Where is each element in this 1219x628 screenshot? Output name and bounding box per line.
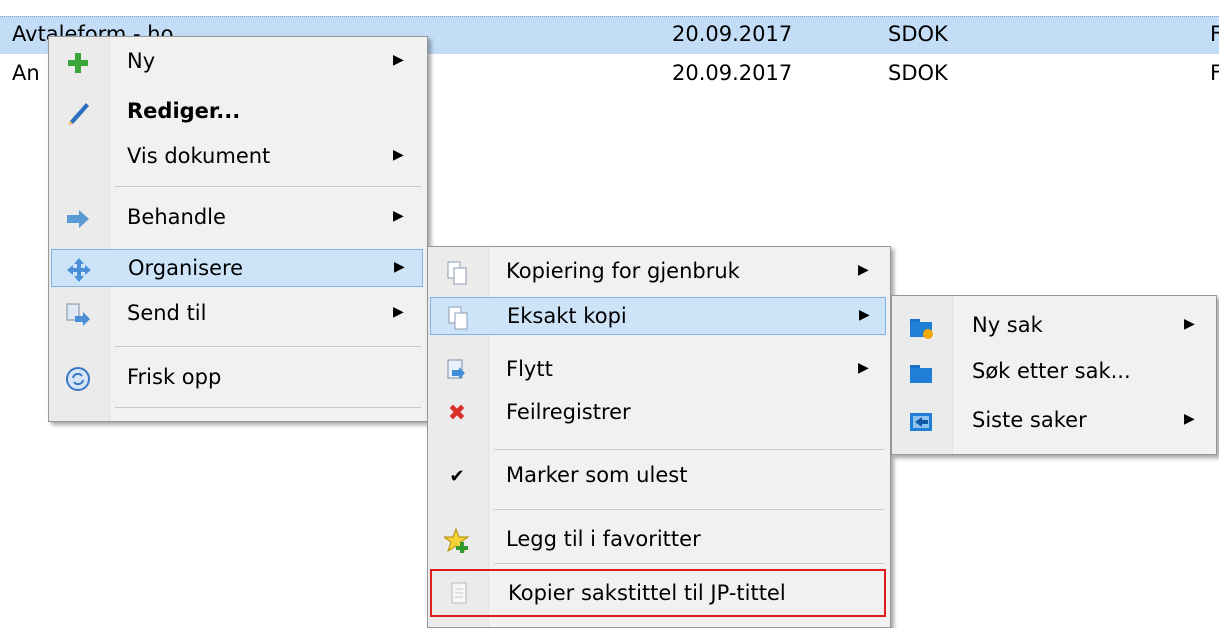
send-to-icon [66, 303, 90, 326]
menu-item-label: Organisere [128, 256, 244, 280]
menu-item-marker-ulest[interactable]: ✔ Marker som ulest [430, 457, 886, 495]
menu-item-behandle[interactable]: Behandle ▶ [51, 199, 423, 237]
menu-item-sok-sak[interactable]: Søk etter sak... [894, 353, 1212, 391]
menu-item-label: Marker som ulest [506, 463, 688, 487]
menu-item-label: Rediger... [127, 99, 241, 123]
menu-item-rediger[interactable]: Rediger... [51, 93, 423, 131]
menu-item-feilregistrer[interactable]: ✖ Feilregistrer [430, 394, 886, 432]
refresh-icon [66, 367, 90, 391]
menu-item-kopiering[interactable]: Kopiering for gjenbruk ▶ [430, 253, 886, 291]
menu-item-label: Vis dokument [127, 144, 271, 168]
menu-separator [115, 407, 421, 408]
row-type: SDOK [888, 22, 948, 46]
menu-item-label: Send til [127, 301, 207, 325]
row-date: 20.09.2017 [672, 22, 793, 46]
menu-separator [494, 563, 884, 564]
submenu-arrow-icon: ▶ [1184, 316, 1195, 332]
delete-cross-icon: ✖ [447, 401, 467, 426]
menu-item-label: Kopier sakstittel til JP-tittel [508, 581, 786, 605]
menu-item-label: Ny sak [972, 313, 1043, 337]
submenu-arrow-icon: ▶ [858, 360, 869, 376]
menu-item-label: Frisk opp [127, 365, 222, 389]
copy-icon [448, 306, 468, 330]
menu-item-label: Siste saker [972, 408, 1087, 432]
menu-item-label: Flytt [506, 357, 553, 381]
row-name: An [12, 61, 40, 85]
document-icon [451, 582, 467, 604]
arrow-right-icon [67, 210, 89, 228]
submenu-arrow-icon: ▶ [393, 147, 404, 163]
menu-item-label: Legg til i favoritter [506, 527, 701, 551]
menu-item-label: Eksakt kopi [507, 304, 627, 328]
menu-item-organisere[interactable]: Organisere ▶ [51, 249, 423, 287]
menu-separator [494, 509, 884, 510]
menu-separator [494, 449, 884, 450]
submenu-arrow-icon: ▶ [1184, 411, 1195, 427]
menu-separator [115, 346, 421, 347]
context-menu: Ny ▶ Rediger... Vis dokument ▶ Behandle … [48, 36, 428, 422]
menu-item-siste-saker[interactable]: Siste saker ▶ [894, 402, 1212, 440]
menu-separator [115, 186, 421, 187]
submenu-arrow-icon: ▶ [859, 307, 870, 323]
move-document-icon [447, 359, 465, 379]
menu-item-label: Søk etter sak... [972, 359, 1131, 383]
menu-item-flytt[interactable]: Flytt ▶ [430, 351, 886, 389]
menu-item-favoritter[interactable]: Legg til i favoritter [430, 521, 886, 559]
row-extra: F [1210, 22, 1219, 46]
menu-item-vis-dokument[interactable]: Vis dokument ▶ [51, 138, 423, 176]
menu-item-kopier-sakstittel[interactable]: Kopier sakstittel til JP-tittel [430, 569, 886, 617]
row-type: SDOK [888, 61, 948, 85]
row-extra: F [1210, 61, 1219, 85]
submenu-arrow-icon: ▶ [393, 52, 404, 68]
organisere-submenu: Kopiering for gjenbruk ▶ Eksakt kopi ▶ F… [427, 246, 891, 628]
recent-folder-icon [910, 413, 932, 431]
menu-item-send-til[interactable]: Send til ▶ [51, 295, 423, 333]
row-date: 20.09.2017 [672, 61, 793, 85]
menu-item-label: Behandle [127, 205, 226, 229]
plus-icon [68, 53, 88, 73]
submenu-arrow-icon: ▶ [393, 208, 404, 224]
copy-icon [447, 261, 467, 285]
menu-item-ny-sak[interactable]: Ny sak ▶ [894, 307, 1212, 345]
star-add-icon [444, 528, 470, 553]
eksakt-kopi-submenu: Ny sak ▶ Søk etter sak... Siste saker ▶ [891, 295, 1217, 455]
menu-item-label: Ny [127, 49, 156, 73]
submenu-arrow-icon: ▶ [393, 304, 404, 320]
menu-item-frisk-opp[interactable]: Frisk opp [51, 359, 423, 397]
pencil-icon [68, 103, 89, 125]
menu-item-ny[interactable]: Ny ▶ [51, 43, 423, 81]
menu-item-label: Kopiering for gjenbruk [506, 259, 740, 283]
submenu-arrow-icon: ▶ [394, 259, 405, 275]
move-icon [67, 258, 91, 282]
folder-icon [910, 365, 932, 383]
submenu-arrow-icon: ▶ [858, 262, 869, 278]
folder-new-icon [910, 319, 933, 339]
menu-item-label: Feilregistrer [506, 400, 631, 424]
menu-item-eksakt-kopi[interactable]: Eksakt kopi ▶ [430, 297, 886, 335]
checkmark-icon: ✔ [449, 466, 465, 487]
